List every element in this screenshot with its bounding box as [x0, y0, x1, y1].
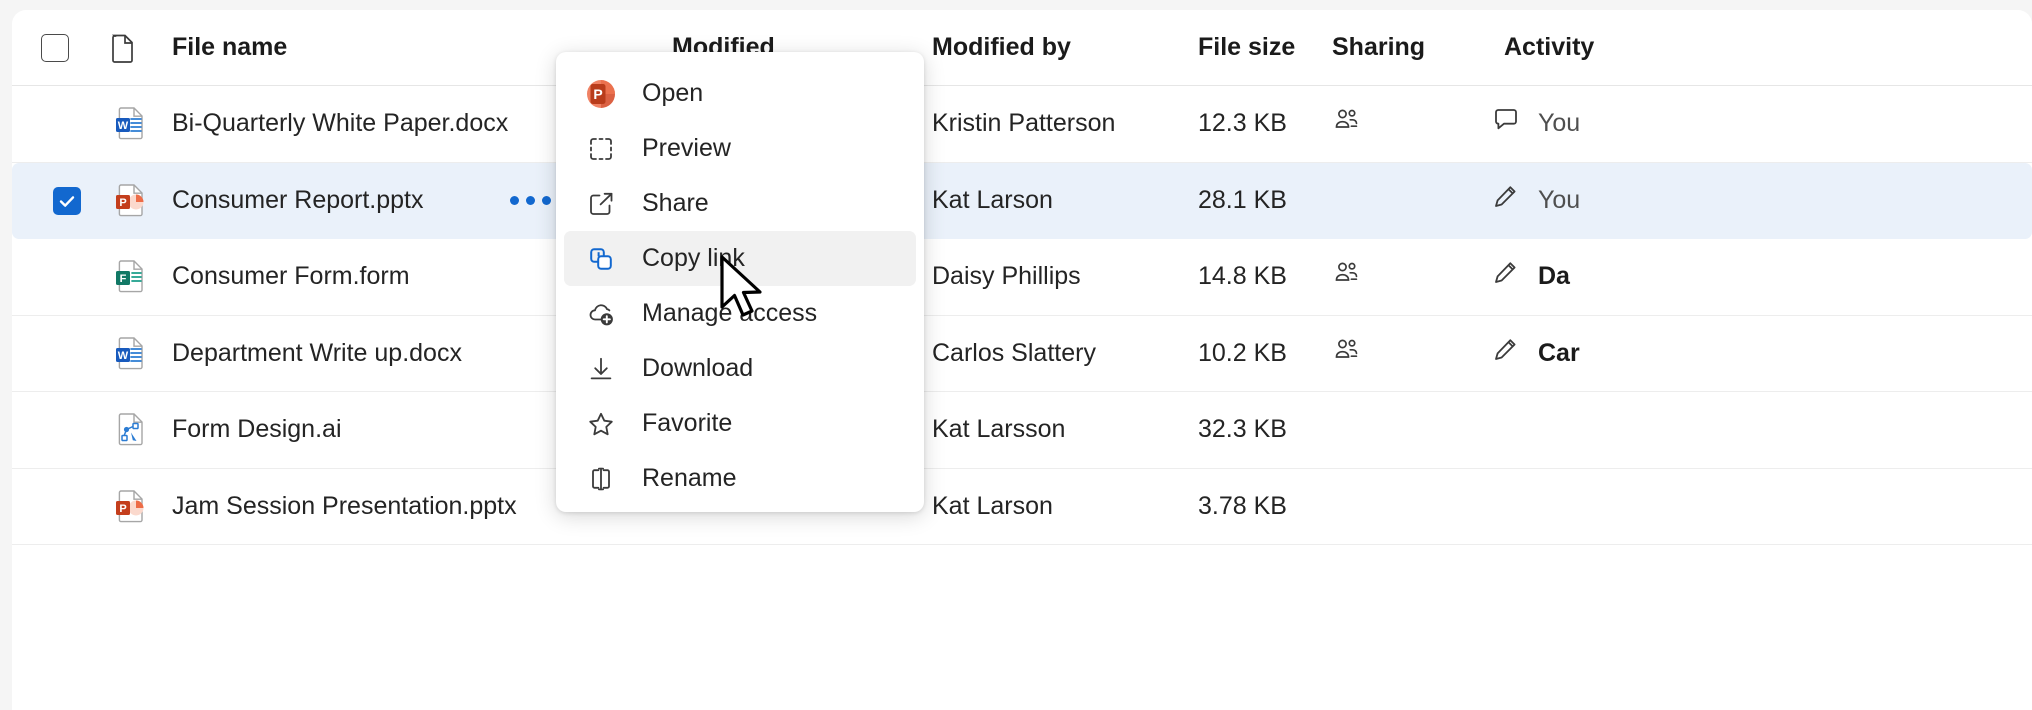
activity-text: Da	[1538, 262, 1570, 291]
activity-cell: Car	[1492, 316, 1580, 392]
star-icon	[582, 405, 620, 443]
menu-item-share[interactable]: Share	[564, 176, 916, 231]
edit-pencil-icon	[1492, 183, 1520, 218]
svg-text:P: P	[119, 503, 126, 515]
word-file-icon: W	[113, 106, 149, 142]
activity-cell: You	[1492, 86, 1580, 162]
download-icon	[582, 350, 620, 388]
menu-item-label: Preview	[642, 134, 731, 163]
modified-by-cell: Daisy Phillips	[932, 239, 1081, 315]
column-header-activity[interactable]: Activity	[1504, 10, 1594, 85]
file-size-cell: 14.8 KB	[1198, 239, 1287, 315]
share-icon	[582, 185, 620, 223]
file-name-cell[interactable]: Consumer Report.pptx	[172, 163, 424, 239]
file-name-cell[interactable]: Consumer Form.form	[172, 239, 410, 315]
menu-item-label: Open	[642, 79, 703, 108]
menu-item-favorite[interactable]: Favorite	[564, 396, 916, 451]
column-header-file-name[interactable]: File name	[172, 10, 287, 85]
menu-item-label: Share	[642, 189, 709, 218]
modified-by-cell: Kat Larson	[932, 469, 1053, 545]
row-checkbox[interactable]	[53, 187, 81, 215]
table-row[interactable]: F Consumer Form.form Daisy Phillips 14.8 KB…	[12, 239, 2032, 316]
file-size-cell: 32.3 KB	[1198, 392, 1287, 468]
svg-text:P: P	[119, 197, 126, 209]
select-all-checkbox[interactable]	[41, 34, 69, 62]
preview-icon	[582, 130, 620, 168]
people-shared-icon[interactable]	[1332, 336, 1360, 371]
menu-item-label: Favorite	[642, 409, 732, 438]
sharing-cell[interactable]	[1332, 316, 1360, 392]
menu-item-label: Copy link	[642, 244, 745, 273]
table-row[interactable]: W Bi-Quarterly White Paper.docx Kristin Pa…	[12, 86, 2032, 163]
file-name-cell[interactable]: Bi-Quarterly White Paper.docx	[172, 86, 508, 162]
powerpoint-file-icon: P	[113, 489, 149, 525]
column-header-sharing[interactable]: Sharing	[1332, 10, 1425, 85]
table-row[interactable]: Form Design.ai Kat Larsson 32.3 KB	[12, 392, 2032, 469]
menu-item-label: Rename	[642, 464, 737, 493]
word-file-icon: W	[113, 336, 149, 372]
menu-item-download[interactable]: Download	[564, 341, 916, 396]
more-options-button[interactable]	[510, 163, 551, 239]
forms-file-icon: F	[113, 259, 149, 295]
file-list-rows: W Bi-Quarterly White Paper.docx Kristin Pa…	[12, 86, 2032, 545]
file-name-cell[interactable]: Form Design.ai	[172, 392, 342, 468]
modified-by-cell: Kat Larson	[932, 163, 1053, 239]
people-shared-icon[interactable]	[1332, 106, 1360, 141]
modified-by-cell: Kat Larsson	[932, 392, 1065, 468]
file-size-cell: 10.2 KB	[1198, 316, 1287, 392]
file-size-cell: 28.1 KB	[1198, 163, 1287, 239]
menu-item-preview[interactable]: Preview	[564, 121, 916, 176]
file-list-header: File name Modified Modified by File size…	[12, 10, 2032, 86]
file-size-cell: 3.78 KB	[1198, 469, 1287, 545]
activity-cell: Da	[1492, 239, 1570, 315]
sharing-cell[interactable]	[1332, 239, 1360, 315]
powerpoint-file-icon: P	[113, 183, 149, 219]
modified-by-cell: Carlos Slattery	[932, 316, 1096, 392]
menu-item-manage-access[interactable]: Manage access	[564, 286, 916, 341]
file-context-menu: P Open Preview Share Copy link Manage access D…	[556, 52, 924, 512]
activity-cell: You	[1492, 163, 1580, 239]
illustrator-file-icon	[113, 412, 149, 448]
powerpoint-app-icon: P	[582, 75, 620, 113]
menu-item-label: Manage access	[642, 299, 817, 328]
people-shared-icon[interactable]	[1332, 259, 1360, 294]
table-row[interactable]: P Consumer Report.pptx Kat Larson 28.1 KB Yo…	[12, 163, 2032, 240]
comment-icon	[1492, 106, 1520, 141]
rename-icon	[582, 460, 620, 498]
column-header-file-size[interactable]: File size	[1198, 10, 1295, 85]
svg-text:W: W	[118, 350, 129, 362]
menu-item-label: Download	[642, 354, 753, 383]
document-icon[interactable]	[107, 32, 139, 64]
activity-text: You	[1538, 109, 1580, 138]
activity-text: Car	[1538, 339, 1580, 368]
svg-text:F: F	[120, 273, 127, 285]
edit-pencil-icon	[1492, 336, 1520, 371]
file-size-cell: 12.3 KB	[1198, 86, 1287, 162]
svg-text:W: W	[118, 120, 129, 132]
edit-pencil-icon	[1492, 259, 1520, 294]
sharing-cell[interactable]	[1332, 86, 1360, 162]
modified-by-cell: Kristin Patterson	[932, 86, 1115, 162]
svg-text:P: P	[593, 86, 602, 102]
menu-item-open[interactable]: P Open	[564, 66, 916, 121]
manage-access-icon	[582, 295, 620, 333]
menu-item-rename[interactable]: Rename	[564, 451, 916, 506]
file-name-cell[interactable]: Department Write up.docx	[172, 316, 462, 392]
table-row[interactable]: P Jam Session Presentation.pptx Kat Larson…	[12, 469, 2032, 546]
column-header-modified-by[interactable]: Modified by	[932, 10, 1071, 85]
table-row[interactable]: W Department Write up.docx Carlos Slattery…	[12, 316, 2032, 393]
menu-item-copy-link[interactable]: Copy link	[564, 231, 916, 286]
activity-text: You	[1538, 186, 1580, 215]
copy-link-icon	[582, 240, 620, 278]
file-name-cell[interactable]: Jam Session Presentation.pptx	[172, 469, 517, 545]
file-list-pane: File name Modified Modified by File size…	[12, 10, 2032, 710]
